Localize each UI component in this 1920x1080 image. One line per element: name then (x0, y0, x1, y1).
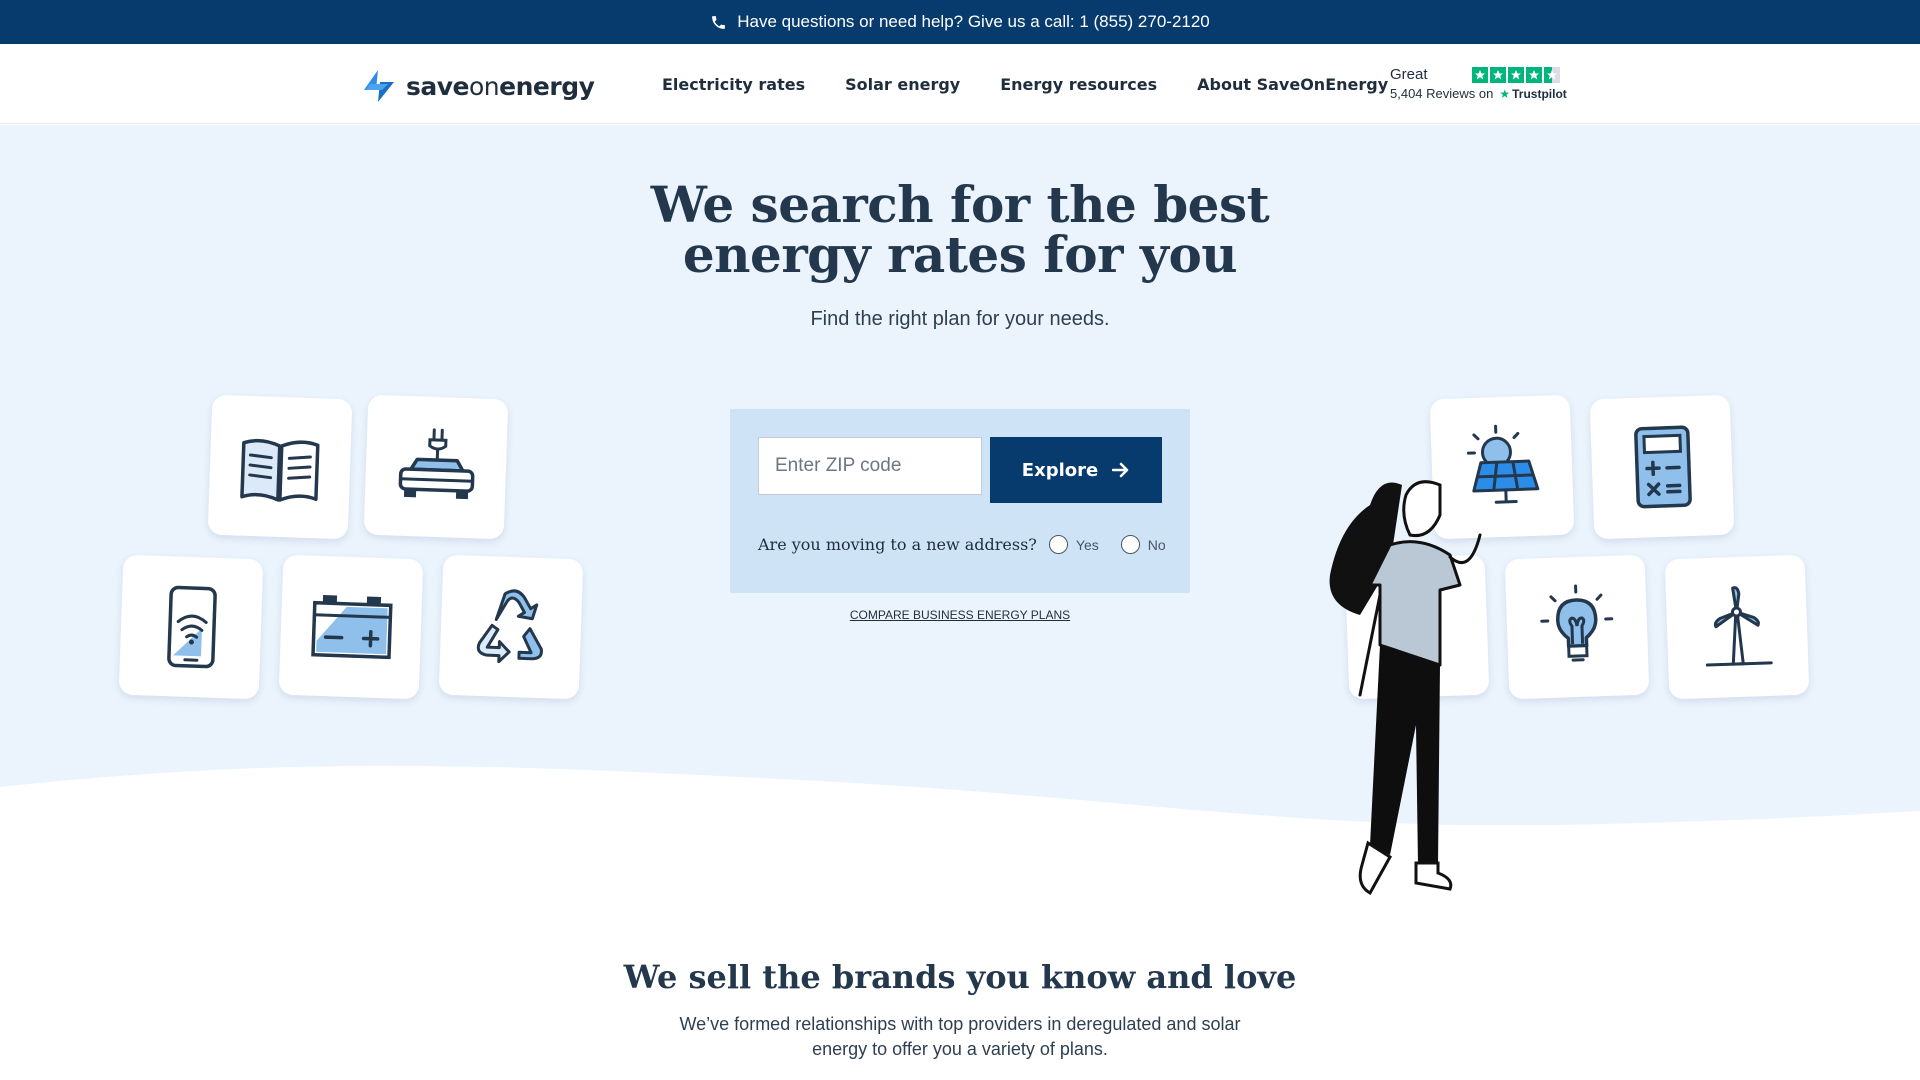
tile-calculator (1589, 394, 1735, 540)
saveonenergy-logo[interactable]: saveonenergy (362, 70, 595, 102)
trustpilot-logo: ★ Trustpilot (1499, 86, 1567, 101)
trustpilot-star-icon: ★ (1499, 86, 1511, 101)
woman-illustration (1329, 480, 1482, 896)
brands-title: We sell the brands you know and love (623, 958, 1297, 996)
site-header: saveonenergy Electricity rates Solar ene… (0, 44, 1920, 124)
explore-button[interactable]: Explore (990, 437, 1162, 503)
tile-battery (278, 554, 424, 700)
top-help-bar: Have questions or need help? Give us a c… (0, 0, 1920, 44)
nav-energy-resources[interactable]: Energy resources (1000, 75, 1157, 94)
moving-no-radio[interactable] (1120, 535, 1140, 554)
star-icon (1508, 67, 1524, 83)
arrow-right-icon (1112, 462, 1129, 478)
trustpilot-widget[interactable]: Great 5,404 Reviews on ★ Trustpilot (1390, 66, 1567, 101)
calculator-icon (1634, 425, 1692, 509)
moving-no-label[interactable]: No (1148, 537, 1166, 553)
trustpilot-reviews: 5,404 Reviews on ★ Trustpilot (1390, 86, 1567, 101)
nav-solar-energy[interactable]: Solar energy (845, 75, 960, 94)
wind-turbine-icon (1705, 586, 1773, 667)
nav-electricity-rates[interactable]: Electricity rates (662, 75, 805, 94)
hero-headline: We search for the best energy rates for … (650, 175, 1270, 284)
star-icon (1526, 67, 1542, 83)
bolt-logo-icon (364, 70, 394, 102)
star-icon (1472, 67, 1488, 83)
moving-question: Are you moving to a new address? (758, 535, 1037, 554)
electric-car-icon (398, 428, 475, 500)
tile-wind-turbine (1664, 554, 1810, 700)
book-icon (240, 438, 320, 502)
moving-question-row: Are you moving to a new address? Yes No (758, 535, 1166, 554)
help-phone-text[interactable]: Have questions or need help? Give us a c… (737, 12, 1210, 32)
compare-business-plans-link[interactable]: COMPARE BUSINESS ENERGY PLANS (730, 608, 1190, 622)
nav-about[interactable]: About SaveOnEnergy (1197, 75, 1388, 94)
moving-yes-radio[interactable] (1048, 535, 1068, 554)
tile-smartphone (118, 554, 264, 700)
light-bulb-icon (1540, 584, 1614, 662)
tile-book (207, 394, 353, 540)
smartphone-wifi-icon (167, 585, 217, 669)
trustpilot-stars (1472, 67, 1560, 83)
tile-recycle (438, 554, 584, 700)
brands-description: We’ve formed relationships with top prov… (679, 1014, 1241, 1059)
half-star-icon (1544, 67, 1560, 83)
zip-code-input[interactable] (758, 437, 982, 495)
hero-subhead: Find the right plan for your needs. (810, 308, 1110, 330)
tile-electric-car (363, 394, 509, 540)
explore-label: Explore (1021, 459, 1099, 481)
battery-icon (311, 595, 393, 660)
tile-lightbulb (1504, 554, 1650, 700)
hero-section: We search for the best energy rates for … (0, 125, 1920, 920)
star-icon (1490, 67, 1506, 83)
zip-search-form: Explore Are you moving to a new address?… (730, 409, 1190, 593)
phone-icon (712, 15, 726, 29)
logo-wordmark: saveonenergy (406, 71, 595, 101)
recycle-icon (476, 589, 543, 664)
moving-yes-label[interactable]: Yes (1076, 537, 1099, 553)
main-nav: Electricity rates Solar energy Energy re… (662, 44, 1388, 124)
